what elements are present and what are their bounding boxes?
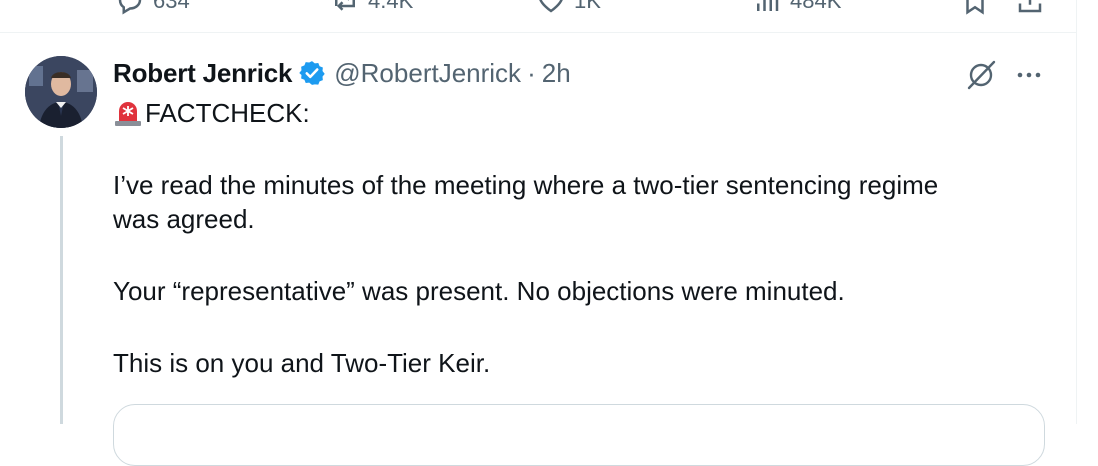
repost-icon <box>335 0 355 11</box>
grok-icon[interactable] <box>964 58 998 92</box>
profile-photo <box>25 56 97 128</box>
reply-button[interactable]: 634 <box>115 0 190 16</box>
reply-icon <box>118 0 142 15</box>
bookmark-button[interactable] <box>960 0 990 16</box>
like-icon <box>539 0 563 13</box>
rotating-light-icon <box>115 102 141 126</box>
share-button[interactable] <box>1015 0 1045 16</box>
author-handle[interactable]: @RobertJenrick <box>334 58 521 89</box>
quoted-tweet-card[interactable] <box>113 404 1045 466</box>
verified-badge-icon[interactable] <box>298 59 326 87</box>
share-icon <box>1018 0 1042 13</box>
thread-connector-line <box>60 136 63 424</box>
repost-count: 4.4K <box>368 0 414 13</box>
text-line-two-tier-keir: This is on you and Two-Tier Keir. <box>113 348 491 378</box>
reply-count: 634 <box>153 0 190 13</box>
like-button[interactable]: 1K <box>536 0 601 16</box>
text-line-representative: Your “representative” was present. No ob… <box>113 276 845 306</box>
text-line-factcheck: FACTCHECK: <box>113 96 1013 130</box>
like-count: 1K <box>574 0 601 13</box>
views-icon <box>757 0 779 11</box>
avatar[interactable] <box>25 56 97 128</box>
more-icon[interactable] <box>1014 60 1044 90</box>
repost-button[interactable]: 4.4K <box>330 0 413 16</box>
views-count: 484K <box>790 0 842 13</box>
previous-tweet-action-bar: 634 4.4K 1K 484K <box>0 0 1076 33</box>
text-line-minutes: I’ve read the minutes of the meeting whe… <box>113 170 939 200</box>
column-border <box>1076 0 1077 424</box>
tweet-header: Robert Jenrick @RobertJenrick · 2h <box>113 58 571 88</box>
separator-dot: · <box>527 57 536 88</box>
factcheck-label: FACTCHECK: <box>145 98 310 128</box>
text-line-agreed: was agreed. <box>113 204 255 234</box>
timestamp[interactable]: 2h <box>542 58 571 89</box>
tweet-text: FACTCHECK: I’ve read the minutes of the … <box>113 96 1013 380</box>
author-name[interactable]: Robert Jenrick <box>113 58 292 89</box>
views-button[interactable]: 484K <box>752 0 841 16</box>
bookmark-icon <box>966 0 984 15</box>
